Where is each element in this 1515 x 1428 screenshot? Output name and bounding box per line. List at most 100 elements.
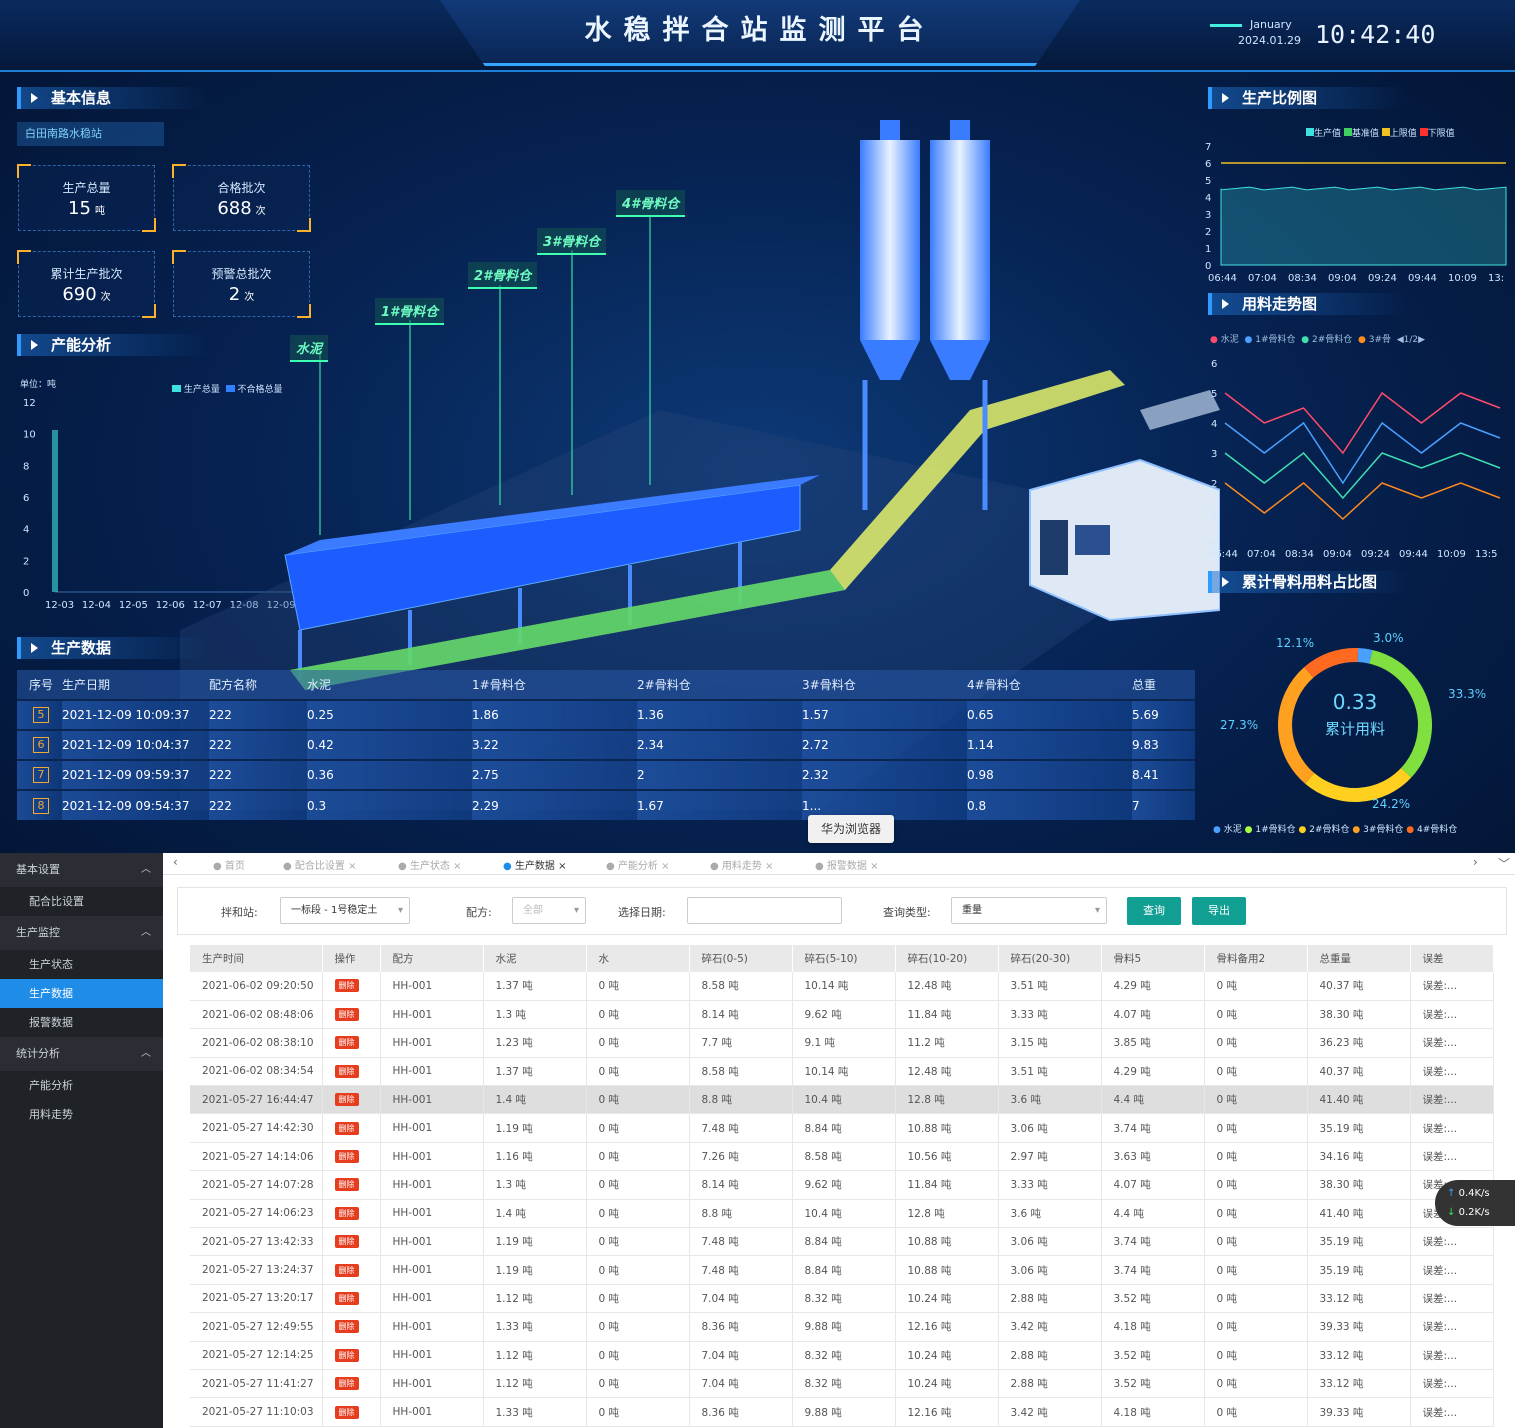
column-header[interactable]: 碎石(10-20) — [895, 945, 999, 972]
table-cell: 4.4 吨 — [1101, 1085, 1205, 1115]
delete-button[interactable]: 删除 — [334, 1377, 359, 1391]
delete-button[interactable]: 删除 — [334, 1405, 359, 1419]
table-row[interactable]: 2021-05-27 11:10:03 删除 HH-001 1.33 吨0 吨 8.36… — [190, 1397, 1494, 1427]
table-cell: 8.58 吨 — [689, 1057, 793, 1087]
sidebar: 基本设置 ︿ 配合比设置 生产监控 ︿ 生产状态 生产数据 报警数据 统计分析 ︿ 产… — [0, 853, 163, 1428]
x-tick-label: 09:04 — [1328, 273, 1357, 284]
production-row[interactable]: 7 2021-12-09 09:59:37 222 0.36 2.75 2 2.32 0.98… — [17, 759, 1195, 790]
production-row[interactable]: 6 2021-12-09 10:04:37 222 0.42 3.22 2.34 2.72 1… — [17, 729, 1195, 760]
column-header[interactable]: 碎石(0-5) — [689, 945, 793, 972]
tabs-menu-icon[interactable]: ﹀ — [1498, 855, 1510, 872]
chevron-down-icon: ▾ — [573, 905, 579, 916]
legend-next-icon[interactable]: ▶ — [1418, 335, 1425, 345]
tab-recipe[interactable]: ● 配合比设置 × — [283, 857, 356, 872]
table-row[interactable]: 2021-05-27 12:14:25 删除 HH-001 1.12 吨0 吨 7.04… — [190, 1341, 1494, 1370]
tab-label: 报警数据 — [826, 861, 867, 872]
table-cell: 7.26 吨 — [689, 1142, 793, 1172]
sidebar-item-capacity[interactable]: 产能分析 — [0, 1071, 163, 1100]
column-header[interactable]: 骨料备用2 — [1204, 945, 1308, 972]
column-header[interactable]: 生产时间 — [190, 945, 323, 972]
type-select[interactable]: 重量 ▾ — [951, 897, 1107, 924]
table-row[interactable]: 2021-05-27 14:06:23 删除 HH-001 1.4 吨0 吨 8.8 吨… — [190, 1199, 1494, 1229]
sidebar-item-alarm-data[interactable]: 报警数据 — [0, 1008, 163, 1037]
delete-button[interactable]: 删除 — [334, 1064, 359, 1078]
tab-alarm[interactable]: ● 报警数据 × — [815, 857, 878, 872]
column-header[interactable]: 碎石(5-10) — [792, 945, 896, 972]
delete-button[interactable]: 删除 — [334, 1263, 359, 1277]
table-row[interactable]: 2021-05-27 12:49:55 删除 HH-001 1.33 吨0 吨 8.36… — [190, 1312, 1494, 1342]
table-cell: 4.29 吨 — [1101, 1057, 1205, 1087]
tab-material-trend[interactable]: ● 用料走势 × — [710, 857, 773, 872]
delete-button[interactable]: 删除 — [334, 1178, 359, 1192]
table-row[interactable]: 2021-05-27 13:24:37 删除 HH-001 1.19 吨0 吨 7.48… — [190, 1255, 1494, 1285]
query-button[interactable]: 查询 — [1127, 897, 1181, 925]
section-ratio: 生产比例图 — [1208, 87, 1408, 109]
column-header[interactable]: 操作 — [322, 945, 381, 972]
legend-prev-icon[interactable]: ◀ — [1397, 335, 1404, 345]
tabs-next-icon[interactable]: › — [1473, 855, 1478, 869]
production-row[interactable]: 8 2021-12-09 09:54:37 222 0.3 2.29 1.67 1... 0.… — [17, 789, 1195, 820]
table-row[interactable]: 2021-05-27 16:44:47 删除 HH-001 1.4 吨0 吨 8.8 吨… — [190, 1085, 1494, 1115]
table-cell: 0 吨 — [1204, 1199, 1308, 1229]
table-row[interactable]: 2021-05-27 13:42:33 删除 HH-001 1.19 吨0 吨 7.48… — [190, 1227, 1494, 1257]
tab-production-data[interactable]: ● 生产数据 × — [503, 857, 566, 872]
delete-button[interactable]: 删除 — [334, 979, 359, 993]
column-header[interactable]: 骨料5 — [1101, 945, 1205, 972]
tab-home[interactable]: ● 首页 — [213, 857, 245, 872]
table-row[interactable]: 2021-06-02 08:34:54 删除 HH-001 1.37 吨0 吨 8.58… — [190, 1057, 1494, 1087]
column-header[interactable]: 配方 — [380, 945, 484, 972]
production-cell: 0.65 — [967, 699, 1132, 730]
legend-item: 水泥 — [1220, 335, 1239, 345]
tabs-prev-icon[interactable]: ‹ — [173, 855, 178, 869]
delete-button[interactable]: 删除 — [334, 1121, 359, 1135]
table-row[interactable]: 2021-05-27 14:42:30 删除 HH-001 1.19 吨0 吨 7.48… — [190, 1113, 1494, 1143]
tab-capacity[interactable]: ● 产能分析 × — [606, 857, 669, 872]
delete-button[interactable]: 删除 — [334, 1348, 359, 1362]
delete-button[interactable]: 删除 — [334, 1093, 359, 1107]
recipe-select[interactable]: 全部 ▾ — [512, 897, 586, 924]
group-label: 生产监控 — [16, 926, 60, 939]
table-cell: 40.37 吨 — [1307, 972, 1411, 1001]
sidebar-item-recipe-settings[interactable]: 配合比设置 — [0, 887, 163, 916]
delete-button[interactable]: 删除 — [334, 1206, 359, 1220]
sidebar-item-production-data[interactable]: 生产数据 — [0, 979, 163, 1008]
chevron-up-icon: ︿ — [141, 927, 151, 938]
delete-button[interactable]: 删除 — [334, 1320, 359, 1334]
table-row[interactable]: 2021-05-27 11:41:27 删除 HH-001 1.12 吨0 吨 7.04… — [190, 1369, 1494, 1399]
table-cell: 10.24 吨 — [895, 1284, 999, 1314]
table-row[interactable]: 2021-05-27 14:14:06 删除 HH-001 1.16 吨0 吨 7.26… — [190, 1142, 1494, 1172]
delete-button[interactable]: 删除 — [334, 1291, 359, 1305]
table-cell: HH-001 — [380, 1057, 484, 1087]
sidebar-item-material-trend[interactable]: 用料走势 — [0, 1100, 163, 1129]
station-name[interactable]: 白田南路水稳站 — [17, 122, 164, 146]
export-button[interactable]: 导出 — [1192, 897, 1246, 925]
station-select[interactable]: 一标段 - 1号稳定土 ▾ — [280, 897, 410, 924]
column-header[interactable]: 水泥 — [483, 945, 587, 972]
sidebar-group-monitor[interactable]: 生产监控 ︿ — [0, 916, 163, 950]
sidebar-group-stats[interactable]: 统计分析 ︿ — [0, 1037, 163, 1071]
legend-item: 1#骨料仓 — [1255, 825, 1296, 835]
table-row[interactable]: 2021-06-02 08:48:06 删除 HH-001 1.3 吨0 吨 8.14 … — [190, 1000, 1494, 1030]
sidebar-group-basic[interactable]: 基本设置 ︿ — [0, 853, 163, 887]
delete-button[interactable]: 删除 — [334, 1235, 359, 1249]
sidebar-item-production-status[interactable]: 生产状态 — [0, 950, 163, 979]
column-header[interactable]: 水 — [586, 945, 690, 972]
date-input[interactable] — [687, 897, 842, 924]
production-cell: 8 — [17, 789, 62, 820]
column-header[interactable]: 碎石(20-30) — [998, 945, 1102, 972]
table-row[interactable]: 2021-06-02 08:38:10 删除 HH-001 1.23 吨0 吨 7.7 … — [190, 1028, 1494, 1058]
stat-label: 累计生产批次 — [50, 267, 123, 281]
delete-button[interactable]: 删除 — [334, 1150, 359, 1164]
production-row[interactable]: 5 2021-12-09 10:09:37 222 0.25 1.86 1.36 1.57 0… — [17, 699, 1195, 730]
tab-status[interactable]: ● 生产状态 × — [398, 857, 461, 872]
delete-button[interactable]: 删除 — [334, 1008, 359, 1022]
delete-button[interactable]: 删除 — [334, 1036, 359, 1050]
table-cell: 11.84 吨 — [895, 1170, 999, 1200]
table-cell: 误差:... — [1410, 1028, 1494, 1058]
donut-slice — [1357, 648, 1373, 664]
table-row[interactable]: 2021-05-27 13:20:17 删除 HH-001 1.12 吨0 吨 7.04… — [190, 1284, 1494, 1314]
column-header[interactable]: 误差 — [1410, 945, 1494, 972]
column-header[interactable]: 总重量 — [1307, 945, 1411, 972]
table-row[interactable]: 2021-05-27 14:07:28 删除 HH-001 1.3 吨0 吨 8.14 … — [190, 1170, 1494, 1200]
table-row[interactable]: 2021-06-02 09:20:50 删除 HH-001 1.37 吨0 吨 8.58… — [190, 972, 1494, 1001]
